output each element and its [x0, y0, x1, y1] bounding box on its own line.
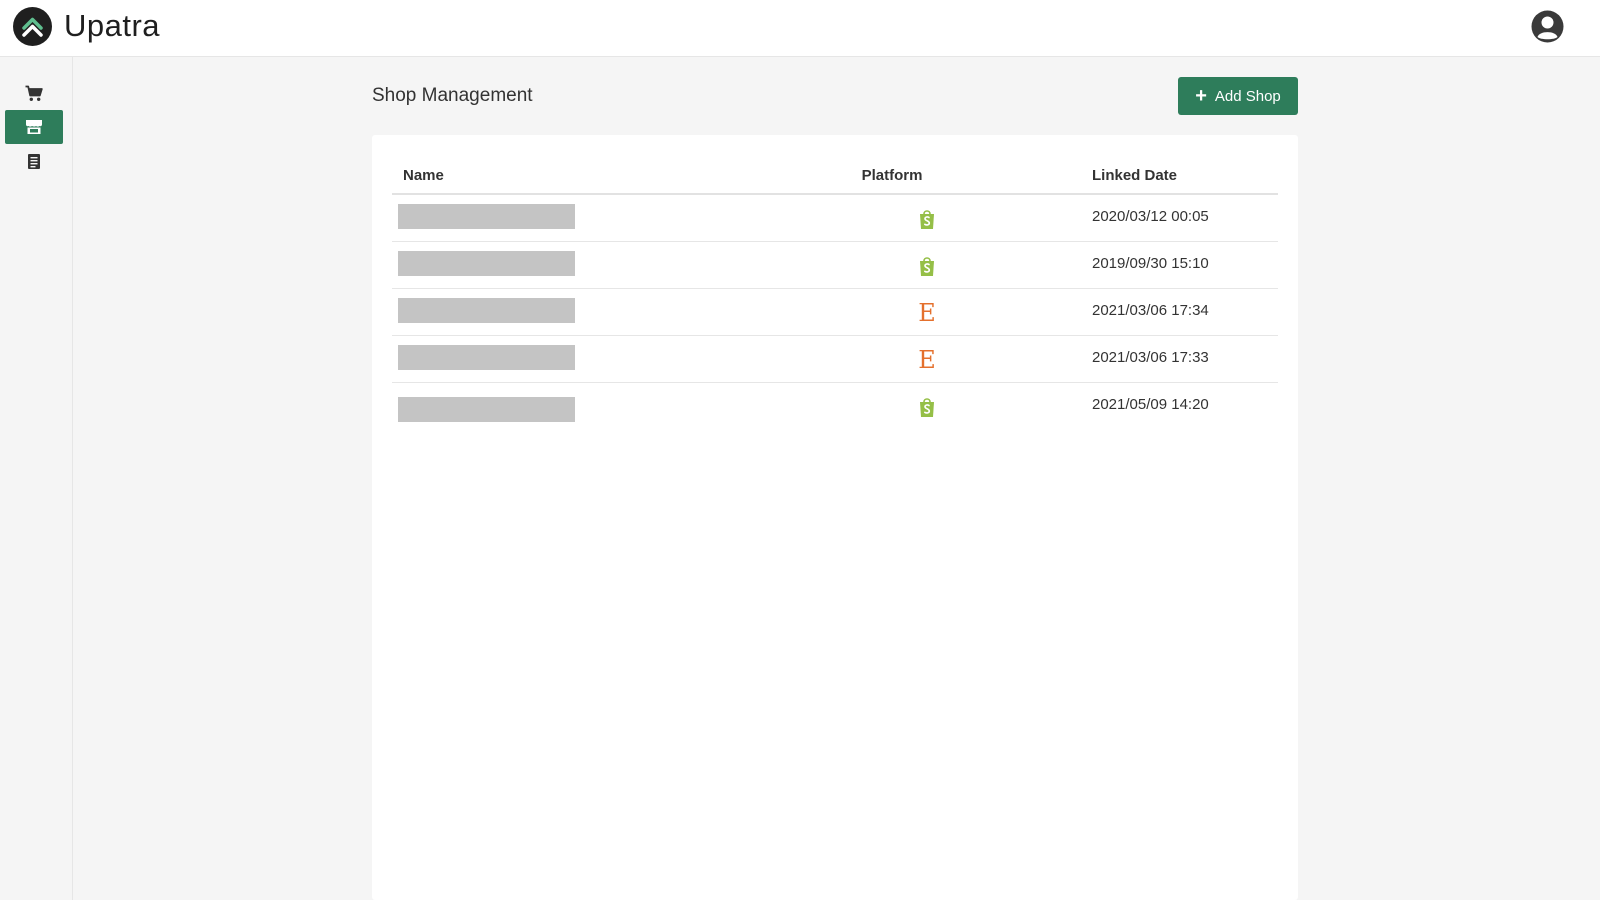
table-row[interactable]: 2020/03/12 00:05 [392, 195, 1278, 242]
page-title: Shop Management [372, 85, 533, 106]
shopify-icon [916, 207, 938, 231]
cart-icon [25, 85, 43, 101]
user-circle-icon[interactable] [1530, 9, 1565, 44]
table-row[interactable]: 2021/05/09 14:20 [392, 383, 1278, 430]
table-header: Name Platform Linked Date [392, 155, 1278, 195]
sidebar-item-orders[interactable] [5, 76, 63, 110]
column-header-name[interactable]: Name [403, 167, 444, 184]
linked-date: 2021/03/06 17:33 [1092, 349, 1209, 366]
linked-date: 2019/09/30 15:10 [1092, 255, 1209, 272]
table-row[interactable]: 2019/09/30 15:10 [392, 242, 1278, 289]
receipt-icon [28, 153, 40, 169]
linked-date: 2020/03/12 00:05 [1092, 208, 1209, 225]
etsy-icon: E [918, 346, 936, 374]
shop-name-redacted [398, 204, 575, 229]
sidebar-item-shops[interactable] [5, 110, 63, 144]
app-header: Upatra [0, 0, 1600, 57]
store-icon [26, 120, 42, 134]
shopify-icon [916, 254, 938, 278]
sidebar-nav [0, 57, 73, 900]
column-header-platform[interactable]: Platform [842, 167, 942, 184]
sidebar-item-reports[interactable] [5, 144, 63, 178]
etsy-icon: E [918, 299, 936, 327]
shopify-icon [916, 395, 938, 419]
app-title: Upatra [64, 8, 161, 43]
shop-name-redacted [398, 345, 575, 370]
shop-name-redacted [398, 251, 575, 276]
upatra-logo-icon[interactable] [13, 7, 52, 46]
add-shop-label: Add Shop [1214, 87, 1281, 105]
add-shop-button[interactable]: + Add Shop [1178, 77, 1298, 115]
shop-name-redacted [398, 397, 575, 422]
shop-table-card: Name Platform Linked Date 2020/03/12 00:… [372, 135, 1298, 900]
column-header-linked-date[interactable]: Linked Date [1092, 167, 1177, 184]
plus-icon: + [1195, 85, 1207, 107]
table-row[interactable]: E 2021/03/06 17:34 [392, 289, 1278, 336]
shop-name-redacted [398, 298, 575, 323]
linked-date: 2021/05/09 14:20 [1092, 396, 1209, 413]
main-content: Shop Management + Add Shop Name Platform… [73, 57, 1600, 900]
table-row[interactable]: E 2021/03/06 17:33 [392, 336, 1278, 383]
linked-date: 2021/03/06 17:34 [1092, 302, 1209, 319]
shop-table: Name Platform Linked Date 2020/03/12 00:… [392, 155, 1278, 430]
